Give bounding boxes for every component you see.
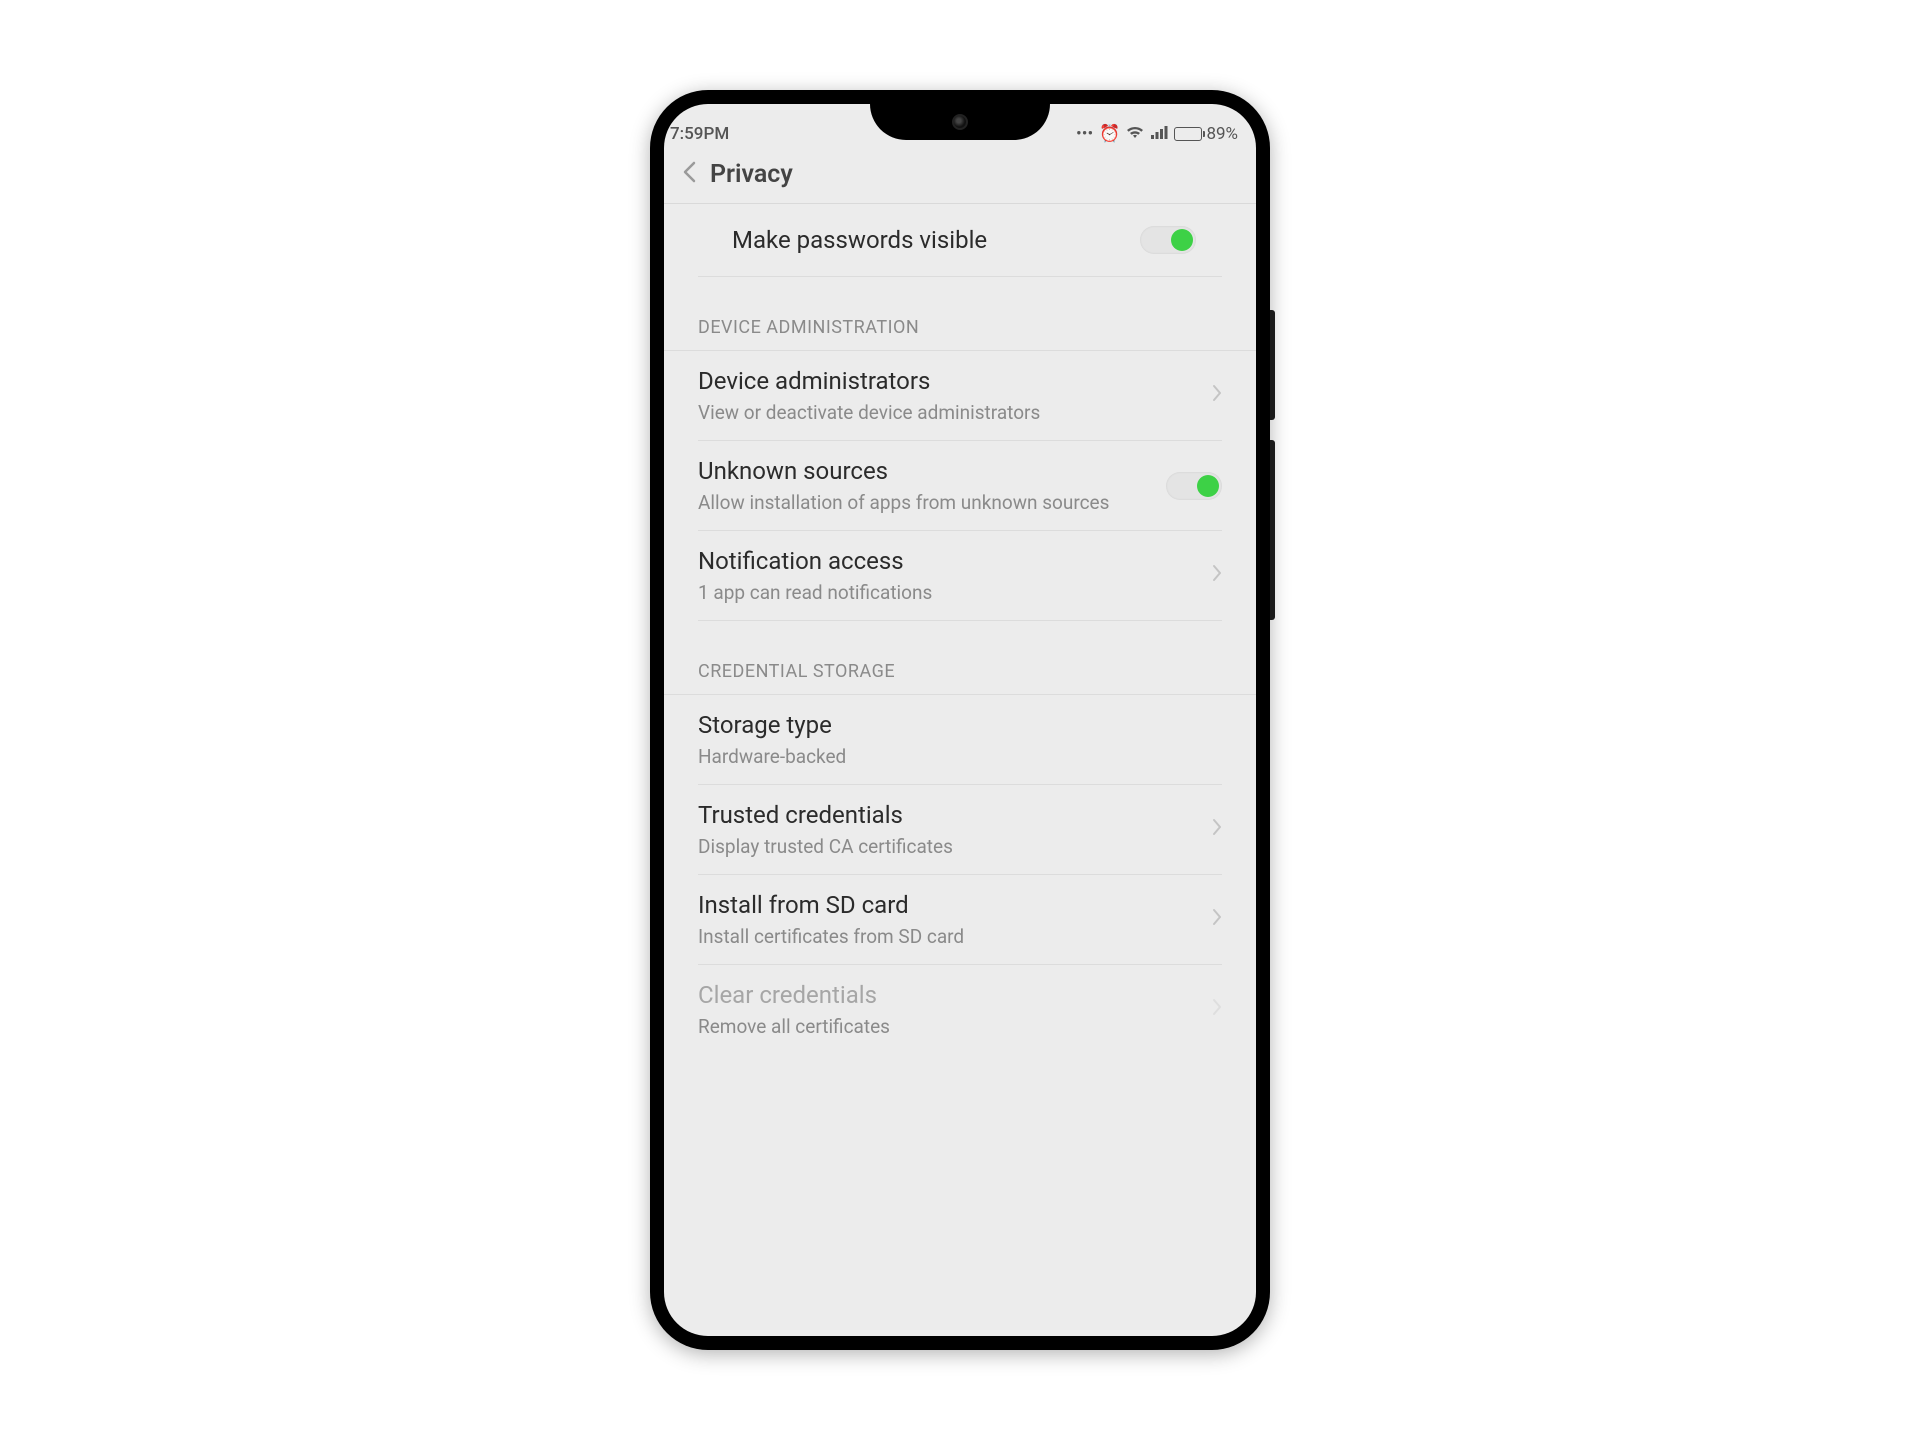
wifi-icon — [1126, 124, 1144, 144]
front-camera — [952, 114, 968, 130]
row-subtitle: 1 app can read notifications — [698, 581, 932, 604]
signal-icon — [1150, 124, 1168, 144]
section-credential-storage: CREDENTIAL STORAGE — [664, 621, 1256, 695]
settings-list[interactable]: Make passwords visible DEVICE ADMINISTRA… — [664, 204, 1256, 1336]
toggle-passwords-visible[interactable] — [1140, 226, 1196, 254]
row-subtitle: Hardware-backed — [698, 745, 846, 768]
notch — [870, 104, 1050, 140]
phone-frame: 7:59PM ••• ⏰ 89% Privacy — [650, 90, 1270, 1350]
status-icons: ••• ⏰ 89% — [1076, 124, 1238, 144]
more-icon: ••• — [1076, 124, 1093, 144]
chevron-right-icon — [1212, 997, 1222, 1022]
back-icon[interactable] — [682, 161, 696, 189]
row-device-administrators[interactable]: Device administrators View or deactivate… — [698, 351, 1222, 440]
battery-indicator: 89% — [1174, 124, 1238, 144]
row-title: Make passwords visible — [732, 226, 987, 254]
toggle-unknown-sources[interactable] — [1166, 472, 1222, 500]
chevron-right-icon — [1212, 383, 1222, 408]
row-subtitle: Allow installation of apps from unknown … — [698, 491, 1109, 514]
row-clear-credentials[interactable]: Clear credentials Remove all certificate… — [698, 965, 1222, 1054]
row-subtitle: Install certificates from SD card — [698, 925, 964, 948]
section-device-administration: DEVICE ADMINISTRATION — [664, 277, 1256, 351]
page-title: Privacy — [710, 160, 793, 189]
row-title: Notification access — [698, 547, 932, 575]
row-subtitle: View or deactivate device administrators — [698, 401, 1040, 424]
row-title: Device administrators — [698, 367, 1040, 395]
row-title: Unknown sources — [698, 457, 1109, 485]
row-install-from-sd[interactable]: Install from SD card Install certificate… — [698, 875, 1222, 964]
battery-pct: 89% — [1206, 124, 1238, 144]
row-make-passwords-visible[interactable]: Make passwords visible — [698, 204, 1222, 276]
row-title: Storage type — [698, 711, 846, 739]
row-subtitle: Display trusted CA certificates — [698, 835, 953, 858]
screen: 7:59PM ••• ⏰ 89% Privacy — [664, 104, 1256, 1336]
row-unknown-sources[interactable]: Unknown sources Allow installation of ap… — [698, 441, 1222, 530]
row-title: Trusted credentials — [698, 801, 953, 829]
chevron-right-icon — [1212, 563, 1222, 588]
row-storage-type[interactable]: Storage type Hardware-backed — [698, 695, 1222, 784]
chevron-right-icon — [1212, 817, 1222, 842]
row-title: Install from SD card — [698, 891, 964, 919]
volume-button — [1270, 310, 1275, 420]
status-time: 7:59PM — [664, 124, 729, 144]
power-button — [1270, 440, 1275, 620]
row-subtitle: Remove all certificates — [698, 1015, 890, 1038]
row-title: Clear credentials — [698, 981, 890, 1009]
row-trusted-credentials[interactable]: Trusted credentials Display trusted CA c… — [698, 785, 1222, 874]
chevron-right-icon — [1212, 907, 1222, 932]
app-header: Privacy — [664, 148, 1256, 204]
alarm-icon: ⏰ — [1099, 124, 1120, 144]
row-notification-access[interactable]: Notification access 1 app can read notif… — [698, 531, 1222, 620]
